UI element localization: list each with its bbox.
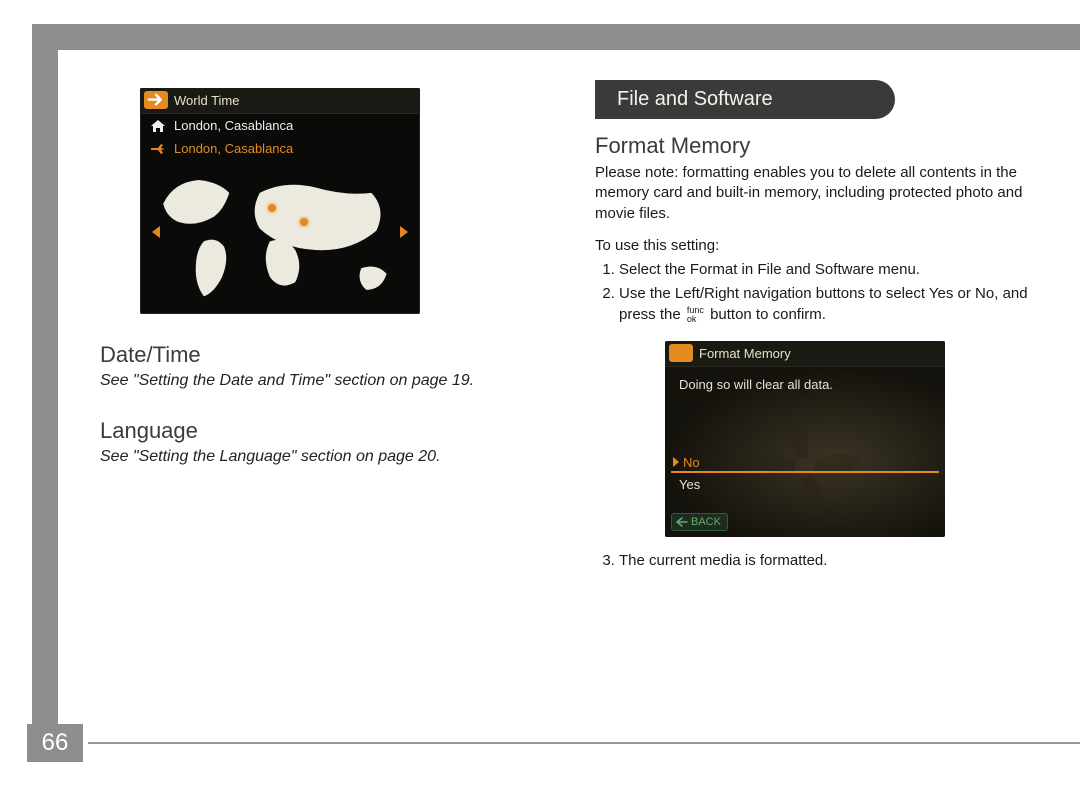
screenshot-world-time: World Time London, Casablanca London, Ca… xyxy=(140,88,420,314)
left-column: World Time London, Casablanca London, Ca… xyxy=(100,80,545,715)
travel-location-row: London, Casablanca xyxy=(140,137,420,160)
format-warning-message: Doing so will clear all data. xyxy=(679,377,833,392)
nav-right-icon xyxy=(400,226,408,238)
step-2-text-b: button to confirm. xyxy=(710,306,826,323)
world-map xyxy=(148,166,412,306)
date-time-heading: Date/Time xyxy=(100,342,545,368)
format-memory-header: Format Memory xyxy=(665,341,945,367)
flower-decoration xyxy=(725,407,885,517)
right-column: File and Software Format Memory Please n… xyxy=(595,80,1040,715)
date-time-note: See "Setting the Date and Time" section … xyxy=(100,372,545,390)
selection-divider xyxy=(671,471,939,473)
page-top-bar xyxy=(32,24,1080,50)
option-yes: Yes xyxy=(679,477,700,492)
language-heading: Language xyxy=(100,418,545,444)
format-memory-heading: Format Memory xyxy=(595,133,1040,159)
travel-location-text: London, Casablanca xyxy=(174,141,293,156)
airplane-icon xyxy=(150,142,166,156)
format-memory-intro: To use this setting: xyxy=(595,236,1040,256)
page-content: World Time London, Casablanca London, Ca… xyxy=(100,80,1040,715)
format-memory-steps: Select the Format in File and Software m… xyxy=(595,260,1040,325)
screenshot-format-memory: Format Memory Doing so will clear all da… xyxy=(665,341,945,537)
step-2: Use the Left/Right navigation buttons to… xyxy=(619,284,1040,325)
map-dot-2 xyxy=(300,218,308,226)
nav-left-icon xyxy=(152,226,160,238)
section-pill-file-software: File and Software xyxy=(595,80,895,119)
format-memory-steps-cont: The current media is formatted. xyxy=(595,551,1040,571)
option-no: No xyxy=(673,455,700,470)
page-number: 66 xyxy=(27,724,83,762)
back-label: BACK xyxy=(691,516,721,528)
arrow-right-icon xyxy=(144,91,168,109)
page-left-gutter xyxy=(32,50,58,760)
home-icon xyxy=(150,119,166,133)
ok-label: ok xyxy=(687,315,704,324)
step-1: Select the Format in File and Software m… xyxy=(619,260,1040,280)
home-location-row: London, Casablanca xyxy=(140,114,420,137)
language-note: See "Setting the Language" section on pa… xyxy=(100,448,545,466)
world-time-header: World Time xyxy=(140,88,420,114)
home-location-text: London, Casablanca xyxy=(174,118,293,133)
map-dot-1 xyxy=(268,204,276,212)
world-time-title: World Time xyxy=(174,93,240,108)
step-3: The current media is formatted. xyxy=(619,551,1040,571)
format-memory-body: Doing so will clear all data. No Yes BAC… xyxy=(665,367,945,537)
format-memory-title: Format Memory xyxy=(699,346,791,361)
page-bottom-rule xyxy=(88,742,1080,744)
format-memory-warning: Please note: formatting enables you to d… xyxy=(595,163,1040,224)
world-time-body: London, Casablanca London, Casablanca xyxy=(140,114,420,306)
back-button: BACK xyxy=(671,513,728,531)
func-ok-icon: func ok xyxy=(687,306,704,324)
card-icon xyxy=(669,344,693,362)
